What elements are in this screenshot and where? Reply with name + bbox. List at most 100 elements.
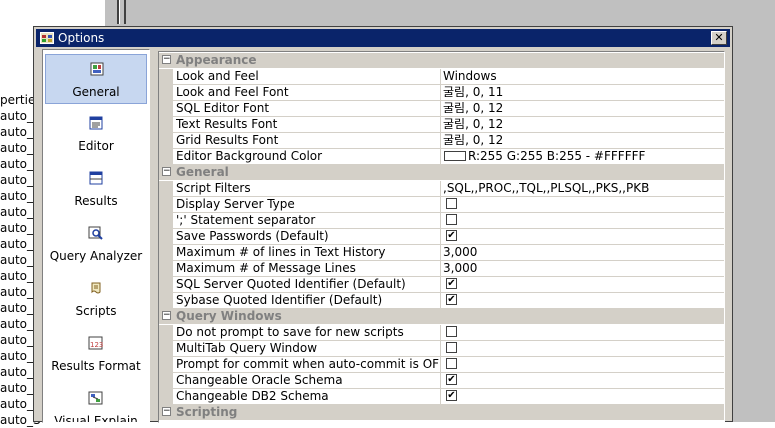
property-row[interactable]: Look and Feel Font 굴림, 0, 11 bbox=[159, 85, 724, 101]
row-gutter bbox=[159, 101, 173, 117]
property-value[interactable]: 굴림, 0, 12 bbox=[441, 117, 724, 133]
property-name: Script Filters bbox=[173, 181, 441, 197]
property-value: ✔ bbox=[441, 373, 724, 389]
row-gutter bbox=[159, 245, 173, 261]
general-icon bbox=[90, 62, 104, 76]
close-button[interactable]: ✕ bbox=[711, 31, 727, 45]
checkbox[interactable]: ✔ bbox=[446, 390, 457, 401]
nav-item-label: General bbox=[72, 85, 120, 99]
property-value bbox=[441, 325, 724, 341]
property-name: Changeable DB2 Schema bbox=[173, 389, 441, 405]
property-name: Prompt for commit when auto-commit is OF… bbox=[173, 357, 441, 373]
row-gutter bbox=[159, 229, 173, 245]
property-row[interactable]: Maximum # of lines in Text History 3,000 bbox=[159, 245, 724, 261]
nav-item-label: Editor bbox=[78, 139, 114, 153]
row-gutter bbox=[159, 357, 173, 373]
collapse-toggle-icon[interactable]: − bbox=[162, 167, 171, 176]
nav-item-scripts[interactable]: Scripts bbox=[45, 274, 147, 324]
svg-text:123: 123 bbox=[90, 341, 103, 349]
property-value[interactable]: 굴림, 0, 11 bbox=[441, 85, 724, 101]
row-gutter bbox=[159, 149, 173, 165]
section-title: General bbox=[176, 165, 229, 179]
section-header-appearance[interactable]: − Appearance bbox=[159, 53, 724, 69]
property-row[interactable]: SQL Editor Font 굴림, 0, 12 bbox=[159, 101, 724, 117]
section-header-general[interactable]: − General bbox=[159, 165, 724, 181]
property-row[interactable]: Display Server Type bbox=[159, 197, 724, 213]
color-swatch[interactable] bbox=[444, 150, 466, 161]
property-value[interactable]: 3,000 bbox=[441, 245, 724, 261]
title-bar[interactable]: Options ✕ bbox=[36, 29, 730, 47]
property-name: Save Passwords (Default) bbox=[173, 229, 441, 245]
property-name: Grid Results Font bbox=[173, 133, 441, 149]
results-icon bbox=[89, 171, 103, 185]
row-gutter bbox=[159, 373, 173, 389]
property-row[interactable]: Text Results Font 굴림, 0, 12 bbox=[159, 117, 724, 133]
checkbox[interactable]: ✔ bbox=[446, 294, 457, 305]
property-value[interactable]: 굴림, 0, 12 bbox=[441, 133, 724, 149]
property-value[interactable]: R:255 G:255 B:255 - #FFFFFF bbox=[441, 149, 724, 165]
property-value[interactable]: ,SQL,,PROC,,TQL,,PLSQL,,PKS,,PKB bbox=[441, 181, 724, 197]
property-name: Display Server Type bbox=[173, 197, 441, 213]
section-header-query-windows[interactable]: − Query Windows bbox=[159, 309, 724, 325]
checkbox[interactable]: ✔ bbox=[446, 230, 457, 241]
property-name: Maximum # of Message Lines bbox=[173, 261, 441, 277]
property-name: MultiTab Query Window bbox=[173, 341, 441, 357]
property-value[interactable]: 굴림, 0, 12 bbox=[441, 101, 724, 117]
scripts-icon bbox=[91, 282, 101, 294]
checkbox[interactable] bbox=[446, 214, 457, 225]
property-name: Editor Background Color bbox=[173, 149, 441, 165]
property-row[interactable]: Prompt for commit when auto-commit is OF… bbox=[159, 357, 724, 373]
property-value: ✔ bbox=[441, 389, 724, 405]
property-value bbox=[441, 357, 724, 373]
checkbox[interactable] bbox=[446, 326, 457, 337]
nav-item-editor[interactable]: Editor bbox=[45, 109, 147, 159]
property-name: SQL Server Quoted Identifier (Default) bbox=[173, 277, 441, 293]
background-splitter-highlight bbox=[119, 0, 120, 24]
property-row[interactable]: Look and Feel Windows bbox=[159, 69, 724, 85]
property-name: Sybase Quoted Identifier (Default) bbox=[173, 293, 441, 309]
property-name: Look and Feel Font bbox=[173, 85, 441, 101]
property-row[interactable]: SQL Server Quoted Identifier (Default) ✔ bbox=[159, 277, 724, 293]
nav-item-visual-explain[interactable]: Visual Explain bbox=[45, 384, 147, 422]
property-row[interactable]: Changeable DB2 Schema ✔ bbox=[159, 389, 724, 405]
section-title: Scripting bbox=[176, 405, 238, 419]
section-header-scripting[interactable]: − Scripting bbox=[159, 405, 724, 421]
collapse-toggle-icon[interactable]: − bbox=[162, 311, 171, 320]
row-gutter bbox=[159, 341, 173, 357]
property-row[interactable]: Save Passwords (Default) ✔ bbox=[159, 229, 724, 245]
nav-item-label: Query Analyzer bbox=[49, 249, 143, 263]
checkbox[interactable] bbox=[446, 198, 457, 209]
property-row[interactable]: Do not prompt to save for new scripts bbox=[159, 325, 724, 341]
property-value[interactable]: 3,000 bbox=[441, 261, 724, 277]
nav-item-results-format[interactable]: 123 Results Format bbox=[45, 329, 147, 379]
property-row[interactable]: Sybase Quoted Identifier (Default) ✔ bbox=[159, 293, 724, 309]
property-row[interactable]: Script Filters ,SQL,,PROC,,TQL,,PLSQL,,PK… bbox=[159, 181, 724, 197]
collapse-toggle-icon[interactable]: − bbox=[162, 407, 171, 416]
nav-item-general[interactable]: General bbox=[45, 54, 147, 104]
checkbox[interactable]: ✔ bbox=[446, 374, 457, 385]
category-nav: General Editor Results Query Analyzer Script… bbox=[42, 49, 150, 423]
background-splitter bbox=[124, 0, 126, 24]
checkbox[interactable] bbox=[446, 358, 457, 369]
property-row[interactable]: Changeable Oracle Schema ✔ bbox=[159, 373, 724, 389]
property-value bbox=[441, 197, 724, 213]
visual-explain-icon bbox=[88, 391, 103, 405]
property-row[interactable]: MultiTab Query Window bbox=[159, 341, 724, 357]
property-name: Text Results Font bbox=[173, 117, 441, 133]
nav-item-query-analyzer[interactable]: Query Analyzer bbox=[45, 219, 147, 269]
row-gutter bbox=[159, 213, 173, 229]
nav-item-results[interactable]: Results bbox=[45, 164, 147, 214]
row-gutter bbox=[159, 293, 173, 309]
checkbox[interactable]: ✔ bbox=[446, 278, 457, 289]
checkbox[interactable] bbox=[446, 342, 457, 353]
property-row[interactable]: Maximum # of Message Lines 3,000 bbox=[159, 261, 724, 277]
row-gutter bbox=[159, 133, 173, 149]
property-value[interactable]: Windows bbox=[441, 69, 724, 85]
property-value: ✔ bbox=[441, 229, 724, 245]
property-value: ✔ bbox=[441, 277, 724, 293]
property-row[interactable]: ';' Statement separator bbox=[159, 213, 724, 229]
section-title: Query Windows bbox=[176, 309, 282, 323]
property-row[interactable]: Grid Results Font 굴림, 0, 12 bbox=[159, 133, 724, 149]
property-row[interactable]: Editor Background Color R:255 G:255 B:255… bbox=[159, 149, 724, 165]
collapse-toggle-icon[interactable]: − bbox=[162, 55, 171, 64]
